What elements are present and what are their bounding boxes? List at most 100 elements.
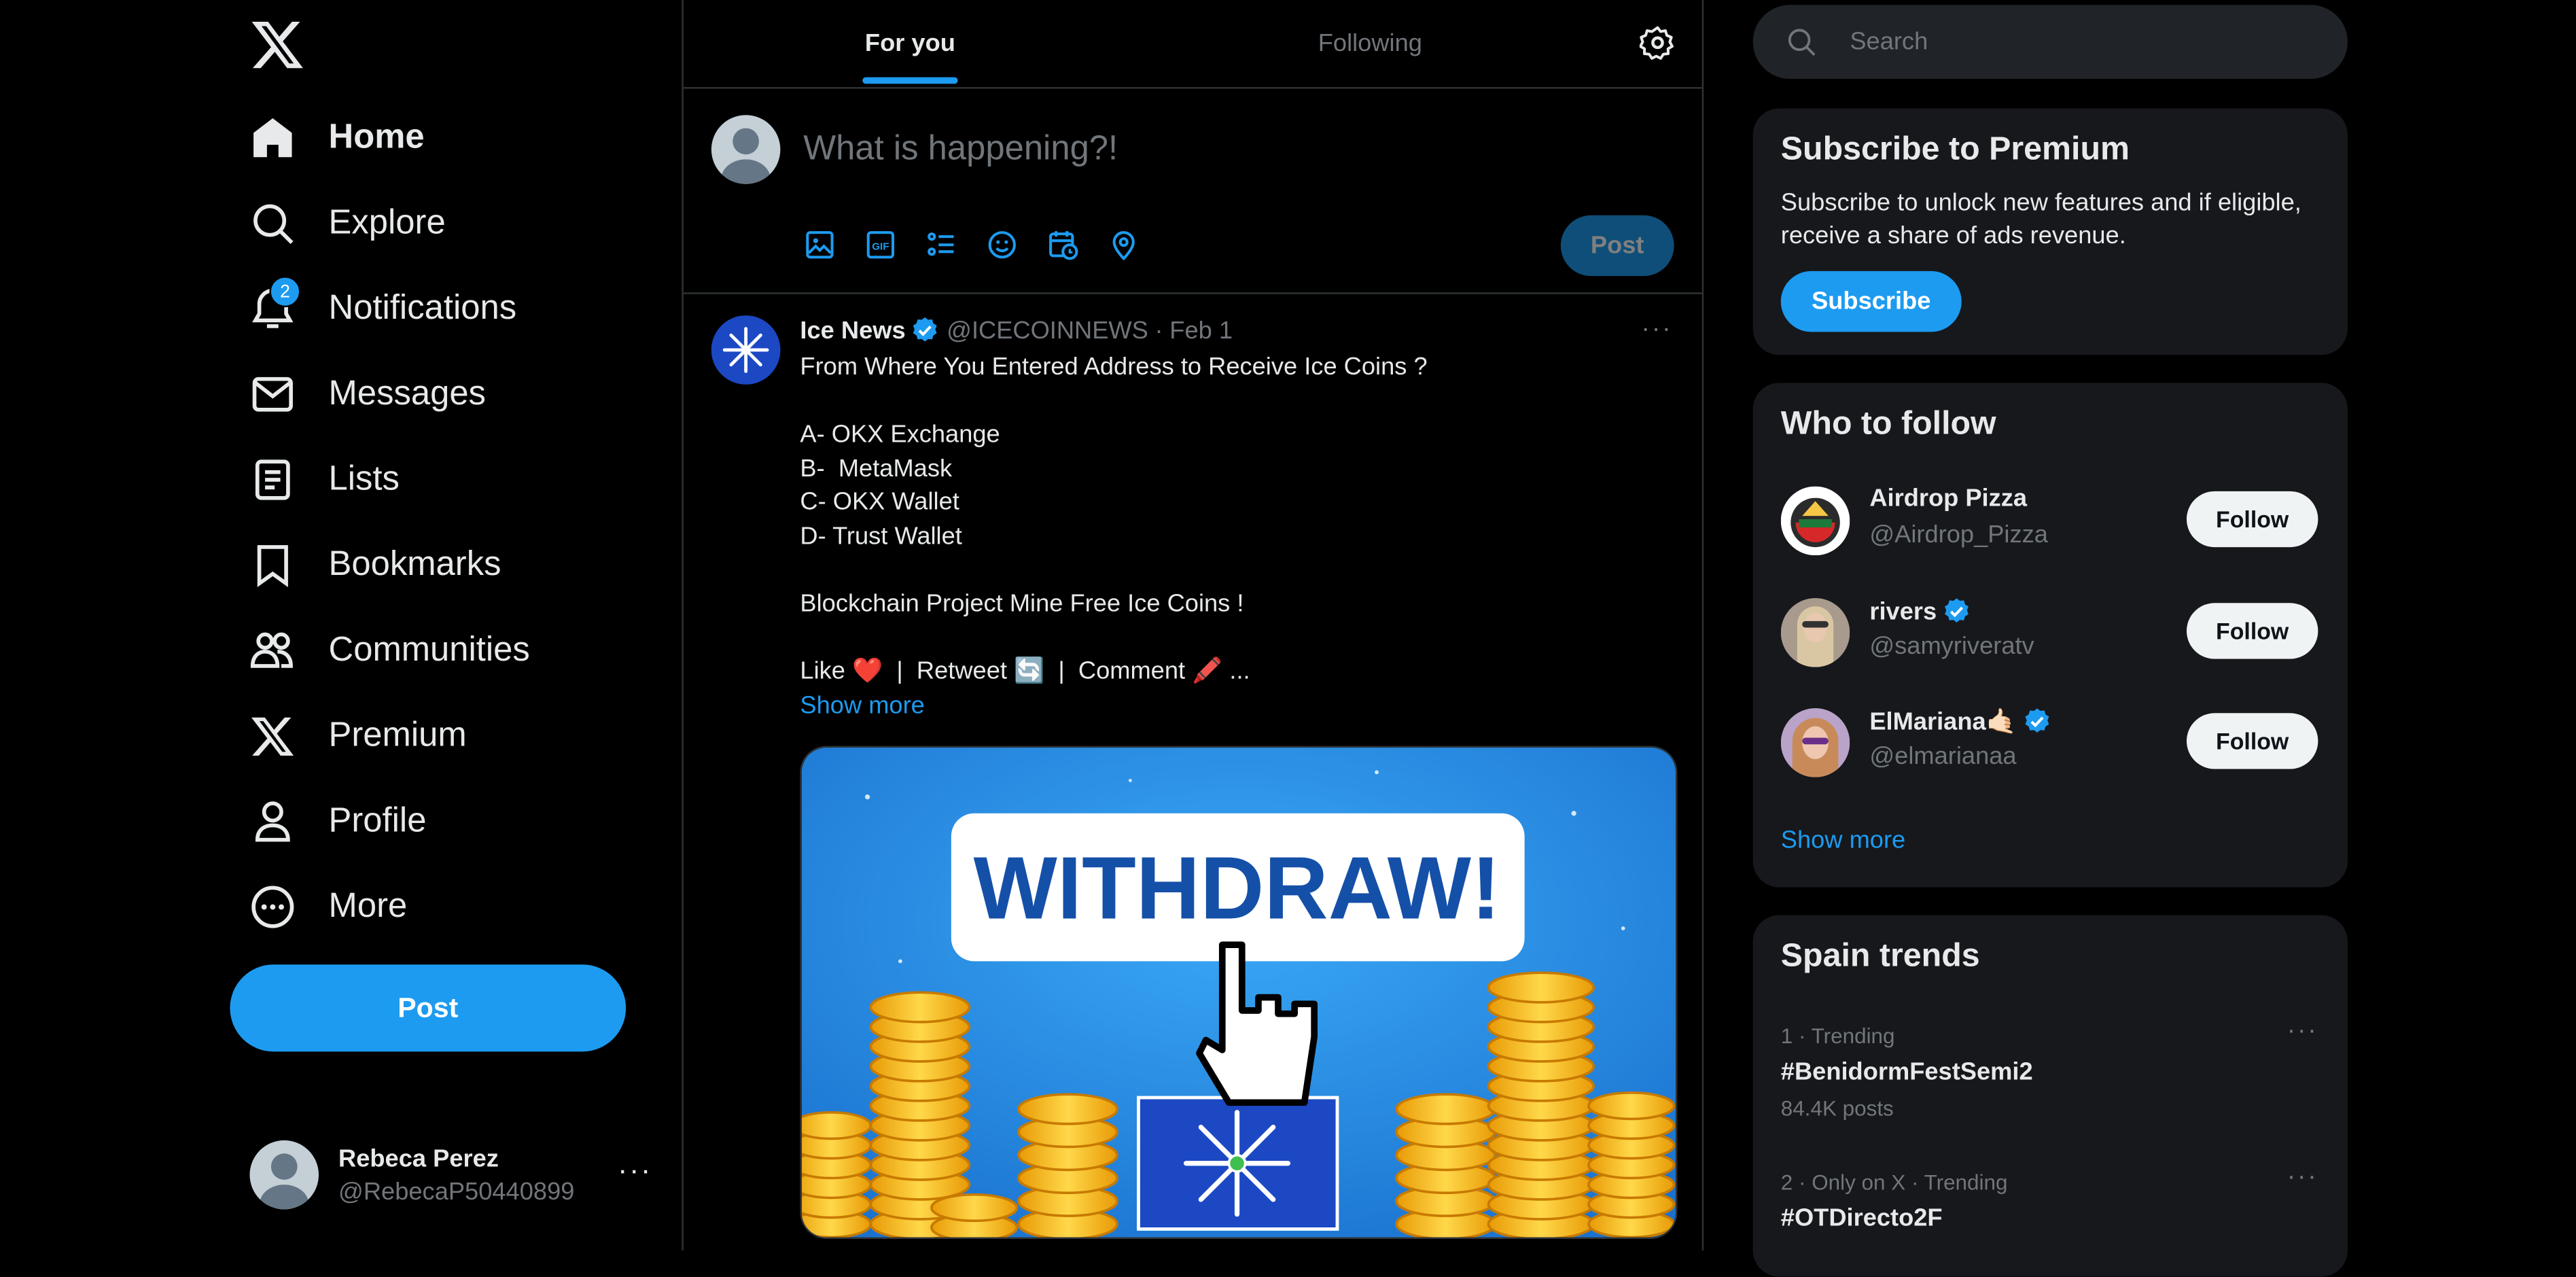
tab-for-you[interactable]: For you [684, 0, 1137, 87]
suggested-user-name: Airdrop Pizza [1869, 485, 2028, 513]
withdraw-illustration: WITHDRAW! [801, 748, 1676, 1238]
notification-badge: 2 [269, 276, 301, 308]
tweet-line: Blockchain Project Mine Free Ice Coins ! [800, 590, 1244, 618]
suggested-user-name: ElMariana🤙🏻 [1869, 707, 2051, 737]
emoji-icon[interactable] [986, 228, 1019, 261]
card-title: Who to follow [1780, 406, 1996, 442]
tweet-line: C- OKX Wallet [800, 488, 959, 517]
tweet-line: From Where You Entered Address to Receiv… [800, 353, 1428, 381]
search-input[interactable]: Search [1850, 28, 1928, 56]
gif-icon[interactable]: GIF [864, 228, 897, 261]
show-more-link[interactable]: Show more [1781, 826, 1905, 854]
follow-suggestion[interactable]: ElMariana🤙🏻 @elmarianaa Follow [1780, 707, 2323, 781]
verified-badge-icon [2022, 707, 2051, 737]
nav-label: Communities [328, 631, 530, 669]
trend-item[interactable]: 1 · Trending #BenidormFestSemi2 84.4K po… [1780, 1017, 2323, 1121]
tweet-date[interactable]: Feb 1 [1169, 316, 1233, 344]
card-title: Spain trends [1780, 938, 1980, 975]
nav-bookmarks[interactable]: Bookmarks [249, 529, 501, 601]
search-bar[interactable]: Search [1752, 5, 2348, 80]
tweet-line [800, 555, 1670, 589]
follow-suggestion[interactable]: Airdrop Pizza @Airdrop_Pizza Follow [1780, 485, 2323, 559]
trend-meta: 2 · Only on X · Trending [1780, 1170, 2008, 1195]
poll-icon[interactable] [925, 228, 957, 261]
location-icon[interactable] [1108, 228, 1140, 261]
nav-label: Profile [328, 801, 427, 840]
nav-label: More [328, 887, 408, 926]
schedule-icon[interactable] [1046, 228, 1079, 261]
envelope-icon [249, 371, 296, 417]
follow-button[interactable]: Follow [2186, 713, 2318, 769]
subscribe-button[interactable]: Subscribe [1780, 270, 1962, 332]
nav-communities[interactable]: Communities [249, 614, 530, 686]
composer: What is happening?! GIF Post [683, 89, 1702, 294]
list-icon [249, 457, 296, 503]
avatar[interactable] [1780, 708, 1850, 777]
follow-button[interactable]: Follow [2186, 603, 2318, 659]
tweet-line [800, 385, 1670, 419]
trend-name: #OTDirecto2F [1780, 1204, 1943, 1233]
tweet-header: Ice News @ICECOINNEWS · Feb 1 [800, 315, 1233, 345]
more-icon[interactable]: ··· [2287, 1017, 2318, 1047]
tweet-author-name[interactable]: Ice News [800, 316, 905, 344]
suggested-user-name-text: rivers [1869, 597, 1937, 625]
nav-label: Messages [328, 374, 486, 413]
account-handle: @RebecaP50440899 [338, 1177, 575, 1206]
nav-notifications[interactable]: 2 Notifications [249, 273, 516, 345]
account-switcher[interactable]: Rebeca Perez @RebecaP50440899 ··· [249, 1134, 660, 1216]
show-more-link[interactable]: Show more [800, 692, 924, 720]
trend-item[interactable]: 2 · Only on X · Trending #OTDirecto2F ··… [1780, 1164, 2323, 1233]
tweet[interactable]: Ice News @ICECOINNEWS · Feb 1 ··· From W… [684, 294, 1702, 1250]
more-icon[interactable]: ··· [2287, 1164, 2318, 1193]
tweet-line: Like ❤️ | Retweet 🔄 | Comment 🖍️ ... [800, 657, 1250, 686]
post-button[interactable]: Post [230, 964, 627, 1052]
nav-more[interactable]: More [249, 871, 407, 943]
card-title: Subscribe to Premium [1780, 131, 2130, 168]
suggested-user-name-text: ElMariana🤙🏻 [1869, 708, 2017, 737]
trends-card: Spain trends 1 · Trending #BenidormFestS… [1752, 915, 2348, 1277]
account-name: Rebeca Perez [338, 1144, 499, 1173]
nav-label: Home [328, 118, 425, 156]
compose-post-button[interactable]: Post [1560, 215, 1674, 277]
more-icon[interactable]: ··· [1641, 315, 1672, 345]
trend-name: #BenidormFestSemi2 [1780, 1057, 2033, 1087]
nav-messages[interactable]: Messages [249, 358, 486, 430]
left-nav: Home Explore 2 Notifications Messages Li… [230, 0, 657, 1250]
timeline: For you Following What is happening?! GI… [682, 0, 1704, 1250]
x-logo-icon [249, 713, 296, 759]
follow-suggestion[interactable]: rivers @samyriveratv Follow [1780, 597, 2323, 671]
more-circle-icon [249, 884, 296, 930]
avatar[interactable] [1780, 486, 1850, 556]
gear-icon[interactable] [1639, 24, 1676, 60]
tweet-line: A- OKX Exchange [800, 421, 1000, 449]
active-tab-indicator [862, 77, 958, 84]
svg-text:GIF: GIF [872, 241, 889, 252]
tweet-line [800, 623, 1670, 657]
tweet-image[interactable]: WITHDRAW! [800, 746, 1678, 1239]
people-icon [249, 628, 296, 674]
nav-premium[interactable]: Premium [249, 700, 467, 772]
separator: · [1154, 316, 1163, 345]
suggested-user-handle: @elmarianaa [1869, 742, 2017, 771]
follow-button[interactable]: Follow [2186, 491, 2318, 548]
tweet-author-handle[interactable]: @ICECOINNEWS [947, 316, 1148, 344]
trend-meta: 1 · Trending [1780, 1024, 1895, 1049]
home-icon [249, 115, 296, 161]
nav-label: Notifications [328, 289, 517, 328]
suggested-user-handle: @Airdrop_Pizza [1869, 521, 2048, 549]
avatar[interactable] [711, 315, 781, 385]
nav-explore[interactable]: Explore [249, 188, 446, 260]
nav-home[interactable]: Home [249, 102, 425, 174]
nav-lists[interactable]: Lists [249, 444, 400, 516]
image-icon[interactable] [803, 228, 836, 261]
x-logo-icon[interactable] [249, 16, 305, 72]
verified-badge-icon [911, 315, 940, 345]
more-icon[interactable]: ··· [618, 1153, 652, 1188]
tab-following[interactable]: Following [1137, 0, 1604, 87]
nav-profile[interactable]: Profile [249, 786, 426, 858]
tweet-text: From Where You Entered Address to Receiv… [800, 351, 1670, 690]
search-icon [1786, 27, 1817, 58]
avatar [249, 1140, 319, 1210]
compose-input[interactable]: What is happening?! [803, 130, 1118, 169]
avatar[interactable] [1780, 598, 1850, 667]
